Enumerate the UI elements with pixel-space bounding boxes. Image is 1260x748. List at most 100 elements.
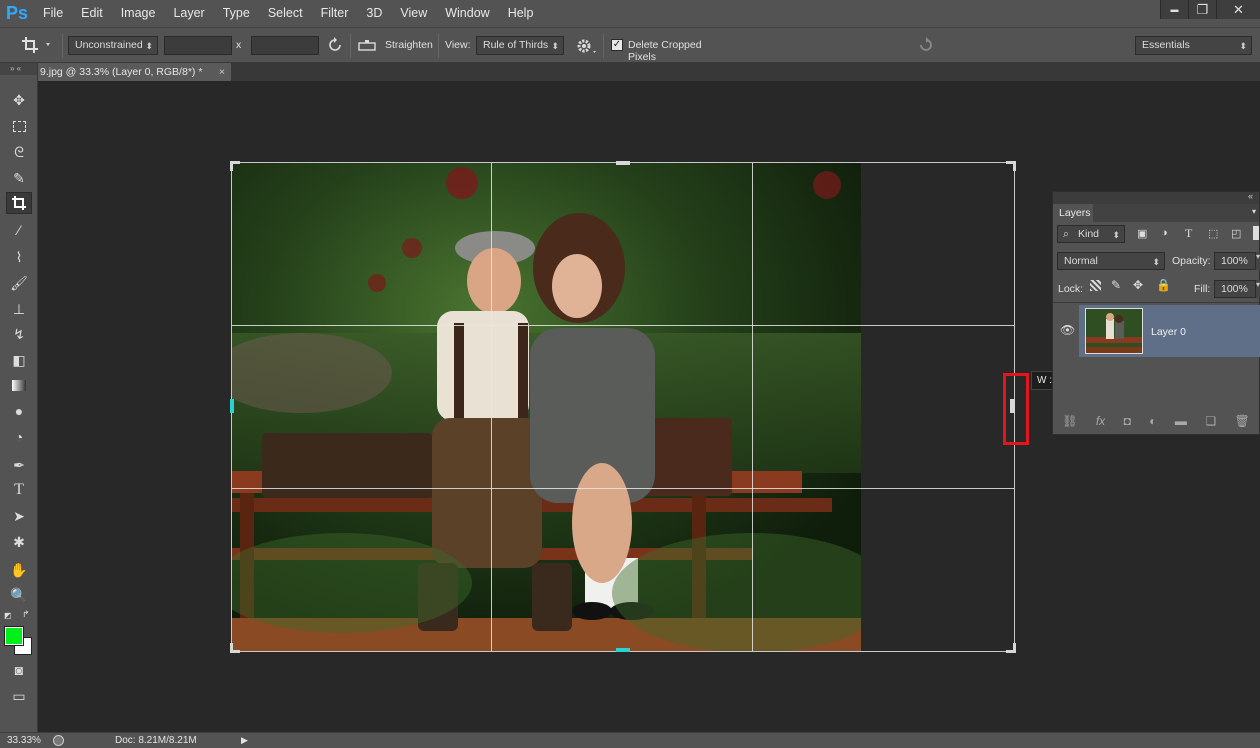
delete-layer-trash-icon[interactable]: 🗑 (1234, 414, 1249, 428)
gear-icon (577, 39, 596, 53)
menu-help[interactable]: Help (499, 0, 543, 27)
lasso-tool-icon[interactable]: ᘓ (6, 141, 32, 163)
lock-transparent-pixels-icon[interactable] (1090, 280, 1101, 291)
filter-smart-object-icon[interactable]: ◰ (1231, 227, 1241, 240)
new-group-folder-icon[interactable]: ▬ (1175, 414, 1187, 428)
opacity-slider-arrow-icon[interactable]: ▾ (1256, 252, 1260, 270)
visibility-eye-icon[interactable]: 👁 (1060, 323, 1075, 337)
crop-tool-preset-picker[interactable] (18, 34, 58, 56)
history-brush-tool-icon[interactable]: ↯ (6, 323, 32, 345)
new-layer-icon[interactable]: ❏ (1205, 414, 1216, 428)
lock-position-icon[interactable]: ✥ (1133, 278, 1143, 292)
lock-all-icon[interactable]: 🔒 (1156, 278, 1171, 292)
rule-of-thirds-line-horizontal (232, 325, 1014, 326)
quick-selection-tool-icon[interactable]: ✎ (6, 167, 32, 189)
filter-adjustment-icon[interactable]: ◑ (1161, 227, 1168, 239)
delete-cropped-pixels-checkbox[interactable]: ✓ Delete Cropped Pixels (610, 36, 730, 63)
status-menu-arrow-icon[interactable]: ▶ (241, 733, 248, 748)
ratio-preset-dropdown[interactable]: Unconstrained ⬍ (68, 36, 158, 55)
tools-panel-header[interactable]: » « (0, 63, 37, 75)
menu-3d[interactable]: 3D (357, 0, 391, 27)
eraser-tool-icon[interactable]: ◧ (6, 349, 32, 371)
zoom-level[interactable]: 33.33% (7, 733, 41, 748)
opacity-input[interactable]: 100% (1214, 252, 1256, 270)
menu-select[interactable]: Select (259, 0, 312, 27)
crop-handle-top-left[interactable] (230, 161, 240, 171)
swap-dimensions-button[interactable] (326, 36, 344, 55)
crop-handle-left[interactable] (230, 399, 234, 413)
menu-window[interactable]: Window (436, 0, 498, 27)
filter-toggle-icon[interactable] (1253, 226, 1259, 240)
move-tool-icon[interactable]: ✥ (6, 89, 32, 111)
reset-crop-button[interactable] (916, 36, 936, 55)
new-adjustment-layer-icon[interactable]: ◐ (1149, 414, 1156, 428)
updown-arrows-icon: ⬍ (551, 41, 559, 51)
document-tab[interactable]: 9.jpg @ 33.3% (Layer 0, RGB/8*) * × (38, 63, 231, 81)
times-symbol: x (236, 39, 242, 51)
crop-handle-top-right[interactable] (1006, 161, 1016, 171)
menu-view[interactable]: View (391, 0, 436, 27)
menu-edit[interactable]: Edit (72, 0, 112, 27)
pen-tool-icon[interactable]: ✒ (6, 454, 32, 476)
menu-filter[interactable]: Filter (312, 0, 358, 27)
swap-colors-icon[interactable]: ↱ (22, 609, 30, 620)
close-tab-icon[interactable]: × (219, 63, 225, 81)
collapse-arrows-icon[interactable]: « (1248, 191, 1253, 201)
default-colors-icon[interactable]: ◩ (4, 611, 12, 620)
healing-brush-tool-icon[interactable]: ⌇ (6, 246, 32, 268)
panel-menu-icon[interactable]: ▾ (1252, 207, 1256, 216)
crop-width-input[interactable] (164, 36, 232, 55)
crop-bounding-box[interactable] (231, 162, 1015, 652)
restore-button[interactable]: ❐ (1188, 0, 1216, 19)
layer-style-fx-icon[interactable]: fx (1096, 414, 1105, 428)
quick-mask-icon[interactable]: ◙ (6, 659, 32, 681)
close-button[interactable]: ✕ (1216, 0, 1260, 19)
panel-collapse-strip[interactable]: « (1053, 191, 1259, 204)
layers-tab-row: Layers ▾ (1053, 204, 1259, 222)
link-layers-icon[interactable]: ⛓ (1062, 414, 1077, 428)
workspace-dropdown[interactable]: Essentials ⬍ (1135, 36, 1252, 55)
blur-tool-icon[interactable]: ● (6, 400, 32, 422)
add-mask-icon[interactable]: ◘ (1124, 414, 1131, 428)
gradient-tool-icon[interactable] (6, 374, 32, 396)
fill-input[interactable]: 100% (1214, 280, 1256, 298)
crop-handle-bottom-left[interactable] (230, 643, 240, 653)
menu-file[interactable]: File (34, 0, 72, 27)
crop-handle-bottom[interactable] (616, 648, 630, 652)
fill-slider-arrow-icon[interactable]: ▾ (1256, 280, 1260, 298)
filter-type-icon[interactable]: T (1185, 226, 1192, 241)
status-info-icon[interactable] (53, 735, 64, 746)
straighten-button[interactable]: Straighten (357, 36, 433, 55)
eyedropper-tool-icon[interactable]: ⁄ (6, 219, 32, 241)
type-tool-icon[interactable]: T (6, 479, 32, 501)
crop-settings-button[interactable] (574, 36, 598, 55)
foreground-color-swatch[interactable] (4, 626, 24, 646)
layer-thumbnail[interactable] (1085, 308, 1143, 354)
overlay-view-dropdown[interactable]: Rule of Thirds ⬍ (476, 36, 564, 55)
crop-height-input[interactable] (251, 36, 319, 55)
blend-mode-dropdown[interactable]: Normal ⬍ (1057, 252, 1165, 270)
hand-tool-icon[interactable]: ✋ (6, 559, 32, 581)
zoom-tool-icon[interactable]: 🔍 (6, 584, 32, 606)
lock-image-pixels-icon[interactable]: ✎ (1111, 278, 1121, 292)
brush-tool-icon[interactable]: 🖌 (6, 272, 32, 294)
filter-pixel-icon[interactable]: ▣ (1137, 227, 1147, 240)
menu-layer[interactable]: Layer (164, 0, 213, 27)
dodge-tool-icon[interactable]: ◔ (6, 426, 32, 448)
filter-shape-icon[interactable]: ⬚ (1208, 227, 1218, 240)
custom-shape-tool-icon[interactable]: ✱ (6, 531, 32, 553)
screen-mode-icon[interactable]: ▭ (6, 685, 32, 707)
straighten-label: Straighten (385, 39, 433, 51)
clone-stamp-tool-icon[interactable]: ⊥ (6, 298, 32, 320)
crop-tool-icon[interactable] (6, 192, 32, 214)
filter-kind-label: Kind (1078, 228, 1100, 240)
minimize-button[interactable]: ▬ (1160, 0, 1188, 19)
layers-tab[interactable]: Layers (1053, 204, 1093, 222)
menu-image[interactable]: Image (112, 0, 165, 27)
menu-type[interactable]: Type (214, 0, 259, 27)
marquee-tool-icon[interactable] (6, 115, 32, 137)
crop-handle-top[interactable] (616, 161, 630, 165)
filter-kind-dropdown[interactable]: ⌕ Kind ⬍ (1057, 225, 1125, 243)
crop-handle-bottom-right[interactable] (1006, 643, 1016, 653)
path-selection-tool-icon[interactable]: ➤ (6, 505, 32, 527)
